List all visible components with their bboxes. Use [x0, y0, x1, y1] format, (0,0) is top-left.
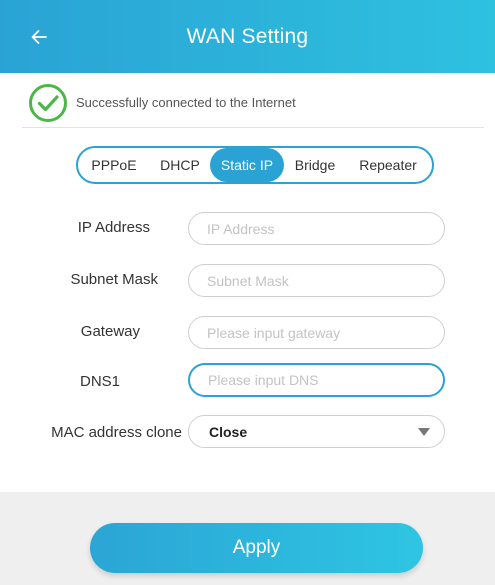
tab-dhcp[interactable]: DHCP	[150, 148, 210, 182]
apply-button[interactable]: Apply	[90, 523, 423, 573]
ip-address-input[interactable]	[188, 212, 445, 245]
connection-mode-tabs: PPPoE DHCP Static IP Bridge Repeater	[76, 146, 434, 184]
status-text: Successfully connected to the Internet	[76, 95, 296, 110]
gateway-input[interactable]	[188, 316, 445, 349]
connection-status: Successfully connected to the Internet	[22, 78, 484, 128]
mac-clone-select[interactable]: Close	[188, 415, 445, 448]
ip-address-label: IP Address	[77, 219, 150, 236]
triangle-down-icon	[418, 427, 430, 436]
mac-clone-label: MAC address clone	[51, 424, 182, 441]
tab-bridge[interactable]: Bridge	[284, 148, 346, 182]
tab-static-ip[interactable]: Static IP	[210, 148, 284, 182]
tab-pppoe[interactable]: PPPoE	[78, 148, 150, 182]
dns1-label: DNS1	[79, 373, 120, 390]
header-bar: WAN Setting	[0, 0, 495, 73]
subnet-mask-label: Subnet Mask	[70, 271, 158, 288]
gateway-label: Gateway	[80, 323, 140, 340]
mac-clone-value: Close	[209, 423, 248, 440]
tab-repeater[interactable]: Repeater	[346, 148, 430, 182]
subnet-mask-input[interactable]	[188, 264, 445, 297]
back-button[interactable]	[24, 22, 54, 52]
check-circle-icon	[29, 83, 67, 122]
dns1-input[interactable]	[188, 363, 445, 397]
page-title: WAN Setting	[186, 24, 309, 48]
arrow-left-icon	[31, 30, 47, 44]
